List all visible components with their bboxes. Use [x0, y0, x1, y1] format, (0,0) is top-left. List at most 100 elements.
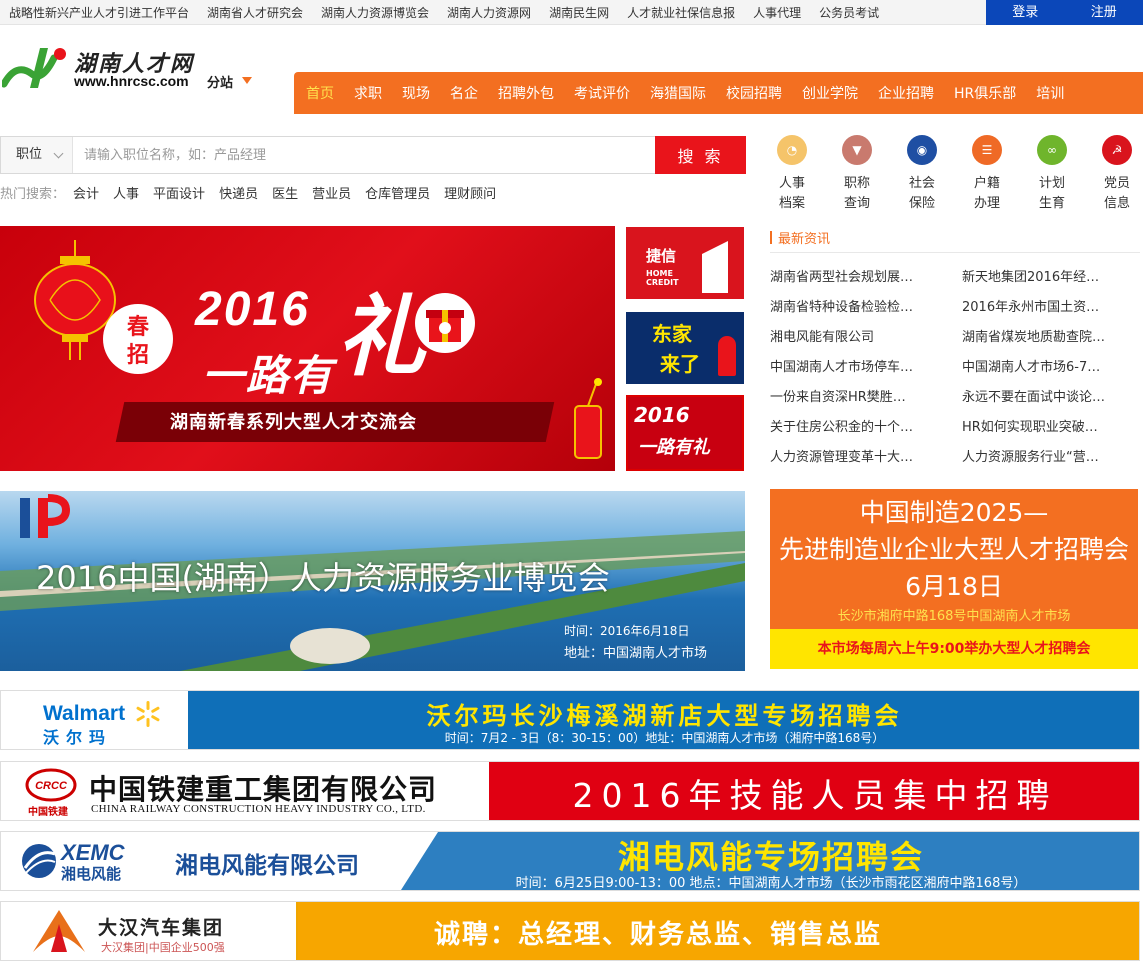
nav-enterprise[interactable]: 企业招聘 — [878, 83, 934, 103]
dahan-logo-icon — [33, 910, 85, 952]
thumb-home-credit-sub: HOME CREDIT — [646, 269, 679, 287]
news-item[interactable]: 湘电风能有限公司 — [770, 326, 948, 345]
news-item[interactable]: 湖南省煤炭地质勘查院… — [962, 326, 1140, 345]
service-social-insurance[interactable]: ◉ 社会 保险 — [891, 135, 953, 214]
mfg-weekly-notice: 本市场每周六上午9:00举办大型人才招聘会 — [770, 629, 1138, 669]
nav-hr-club[interactable]: HR俱乐部 — [954, 83, 1016, 103]
xemc-company-name: 湘电风能有限公司 — [175, 853, 359, 879]
search-input[interactable] — [74, 137, 654, 173]
nav-home[interactable]: 首页 — [306, 83, 334, 103]
news-item[interactable]: 新天地集团2016年经… — [962, 266, 1140, 285]
walmart-job-fair-banner[interactable]: Walmart 沃尔玛 沃尔玛长沙梅溪湖新店大型专场招聘会 时间：7月2 - 3… — [0, 690, 1140, 750]
search-type-label: 职位 — [16, 147, 43, 162]
nav-job-seek[interactable]: 求职 — [354, 83, 382, 103]
news-item[interactable]: 中国湖南人才市场停车… — [770, 356, 948, 375]
made-in-china-2025-banner[interactable]: 中国制造2025— 先进制造业企业大型人才招聘会 6月18日 长沙市湘府中路16… — [770, 489, 1138, 669]
nav-exam[interactable]: 考试评价 — [574, 83, 630, 103]
news-header: 最新资讯 — [770, 227, 1140, 253]
nav-campus[interactable]: 校园招聘 — [726, 83, 782, 103]
register-button[interactable]: 注册 — [1065, 0, 1143, 25]
news-item[interactable]: 湖南省两型社会规划展… — [770, 266, 948, 285]
hot-search-item[interactable]: 平面设计 — [153, 183, 205, 202]
top-link-3[interactable]: 湖南人力资源博览会 — [321, 4, 429, 21]
service-personnel-file[interactable]: ◔ 人事 档案 — [761, 135, 823, 214]
firecracker-icon — [574, 378, 602, 459]
spring-recruit-banner[interactable]: 春招 2016 一路有 礼 湖南新春系列大型人才交流会 — [0, 226, 615, 471]
nav-outsourcing[interactable]: 招聘外包 — [498, 83, 554, 103]
mfg-address: 长沙市湘府中路168号中国湖南人才市场 — [837, 609, 1071, 624]
news-item[interactable]: 永远不要在面试中谈论… — [962, 386, 1140, 405]
thumb-gift-year: 2016 — [634, 403, 690, 427]
crcc-title: 2016年技能人员集中招聘 — [572, 776, 1058, 815]
news-item[interactable]: 人力资源管理变革十大… — [770, 446, 948, 465]
news-item[interactable]: 2016年永州市国土资… — [962, 296, 1140, 315]
news-item[interactable]: 关于住房公积金的十个… — [770, 416, 948, 435]
hot-searches: 热门搜索： 会计 人事 平面设计 快递员 医生 营业员 仓库管理员 理财顾问 — [0, 183, 510, 202]
news-item[interactable]: 一份来自资深HR樊胜… — [770, 386, 948, 405]
hp-logo-icon — [20, 494, 70, 538]
service-family-planning[interactable]: ∞ 计划 生育 — [1021, 135, 1083, 214]
dahan-recruit-banner[interactable]: 大汉汽车集团 大汉集团|中国企业500强 诚聘：总经理、财务总监、销售总监 — [0, 901, 1140, 961]
top-link-8[interactable]: 公务员考试 — [819, 4, 879, 21]
top-link-6[interactable]: 人才就业社保信息报 — [627, 4, 735, 21]
top-links: 战略性新兴产业人才引进工作平台 湖南省人才研究会 湖南人力资源博览会 湖南人力资… — [9, 0, 897, 25]
nav-training[interactable]: 培训 — [1036, 83, 1064, 103]
site-logo[interactable]: 湖南人才网 www.hnrcsc.com 分站 — [2, 44, 262, 94]
logo-mark-icon — [2, 48, 66, 88]
hot-search-item[interactable]: 快递员 — [219, 183, 258, 202]
news-item[interactable]: 中国湖南人才市场6-7… — [962, 356, 1140, 375]
service-shortcuts: ◔ 人事 档案 ▼ 职称 查询 ◉ 社会 保险 ☰ 户籍 办理 ∞ 计划 生育 ☭ 党员信… — [761, 135, 1143, 215]
thumb-home-credit[interactable]: 捷信 HOME CREDIT — [626, 227, 744, 299]
walmart-banner-body: 沃尔玛长沙梅溪湖新店大型专场招聘会 时间：7月2 - 3日（8：30-15：00… — [188, 691, 1139, 749]
thumb-employer-line1: 东家 — [652, 322, 692, 346]
service-title-query[interactable]: ▼ 职称 查询 — [826, 135, 888, 214]
expo-title: 2016中国(湖南）人力资源服务业博览会 — [36, 559, 610, 597]
hot-search-item[interactable]: 营业员 — [312, 183, 351, 202]
news-item[interactable]: HR如何实现职业突破… — [962, 416, 1140, 435]
thumb-employer-coming[interactable]: 东家 来了 — [626, 312, 744, 384]
hot-search-item[interactable]: 人事 — [113, 183, 139, 202]
id-card-icon: ☰ — [972, 135, 1002, 165]
search-button[interactable]: 搜 索 — [655, 136, 746, 174]
nav-onsite[interactable]: 现场 — [402, 83, 430, 103]
service-household[interactable]: ☰ 户籍 办理 — [956, 135, 1018, 214]
mfg-line-2: 先进制造业企业大型人才招聘会 — [778, 535, 1129, 564]
hot-search-item[interactable]: 理财顾问 — [444, 183, 496, 202]
crcc-short-name: 中国铁建 — [28, 807, 68, 818]
thumb-spring-gift[interactable]: 2016 一路有礼 — [626, 395, 744, 471]
xemc-job-fair-banner[interactable]: XEMC 湘电风能 湘电风能有限公司 湘电风能专场招聘会 时间：6月25日9:0… — [0, 831, 1140, 891]
thumb-home-credit-title: 捷信 — [646, 247, 677, 265]
thumb-employer-line2: 来了 — [660, 352, 700, 376]
top-link-1[interactable]: 战略性新兴产业人才引进工作平台 — [9, 4, 189, 21]
auth-box: 登录 注册 — [986, 0, 1143, 25]
top-link-2[interactable]: 湖南省人才研究会 — [207, 4, 303, 21]
hot-search-item[interactable]: 医生 — [272, 183, 298, 202]
thumb-gift-text: 一路有礼 — [638, 437, 710, 458]
branch-dropdown-icon[interactable] — [242, 77, 252, 84]
service-party-member[interactable]: ☭ 党员 信息 — [1086, 135, 1143, 214]
nav-famous-companies[interactable]: 名企 — [450, 83, 478, 103]
crcc-recruit-banner[interactable]: CRCC 中国铁建 中国铁建重工集团有限公司 CHINA RAILWAY CON… — [0, 761, 1140, 821]
hr-expo-banner[interactable]: 2016中国(湖南）人力资源服务业博览会 时间：2016年6月18日 地址：中国… — [0, 491, 745, 671]
top-link-5[interactable]: 湖南民生网 — [549, 4, 609, 21]
nav-headhunting[interactable]: 海猎国际 — [650, 83, 706, 103]
crcc-company-name: 中国铁建重工集团有限公司 — [89, 773, 438, 806]
hot-search-label: 热门搜索： — [0, 187, 66, 202]
login-button[interactable]: 登录 — [986, 0, 1065, 25]
hot-search-item[interactable]: 仓库管理员 — [365, 183, 430, 202]
news-item[interactable]: 人力资源服务行业“营… — [962, 446, 1140, 465]
main-nav: 首页 求职 现场 名企 招聘外包 考试评价 海猎国际 校园招聘 创业学院 企业招… — [294, 72, 1143, 114]
dahan-title: 诚聘：总经理、财务总监、销售总监 — [433, 920, 882, 950]
expo-time: 时间：2016年6月18日 — [564, 624, 690, 638]
branch-switcher[interactable]: 分站 — [207, 72, 233, 91]
search-type-select[interactable]: 职位 — [1, 137, 73, 173]
hot-search-item[interactable]: 会计 — [73, 183, 99, 202]
top-link-4[interactable]: 湖南人力资源网 — [447, 4, 531, 21]
crcc-english-name: CHINA RAILWAY CONSTRUCTION HEAVY INDUSTR… — [91, 803, 426, 815]
nav-startup[interactable]: 创业学院 — [802, 83, 858, 103]
top-link-7[interactable]: 人事代理 — [753, 4, 801, 21]
news-item[interactable]: 湖南省特种设备检验检… — [770, 296, 948, 315]
logo-url: www.hnrcsc.com — [74, 73, 189, 89]
walmart-subtitle: 时间：7月2 - 3日（8：30-15：00）地址：中国湖南人才市场（湘府中路1… — [444, 731, 885, 745]
xemc-subtitle: 时间：6月25日9:00-13：00 地点：中国湖南人才市场（长沙市雨花区湘府中… — [515, 876, 1027, 891]
